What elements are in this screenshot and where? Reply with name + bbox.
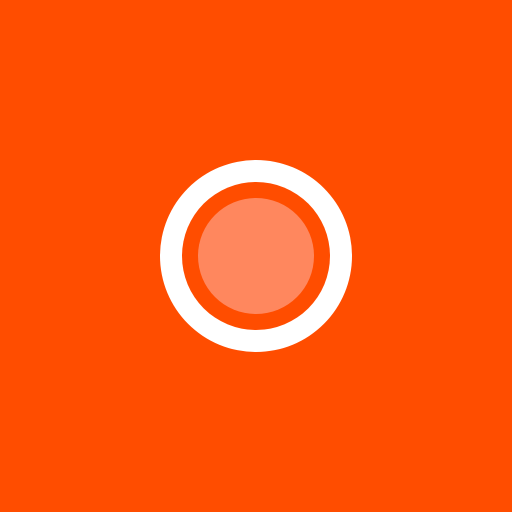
record-icon (160, 160, 352, 352)
record-icon-dot (198, 198, 314, 314)
app-icon-canvas (0, 0, 512, 512)
